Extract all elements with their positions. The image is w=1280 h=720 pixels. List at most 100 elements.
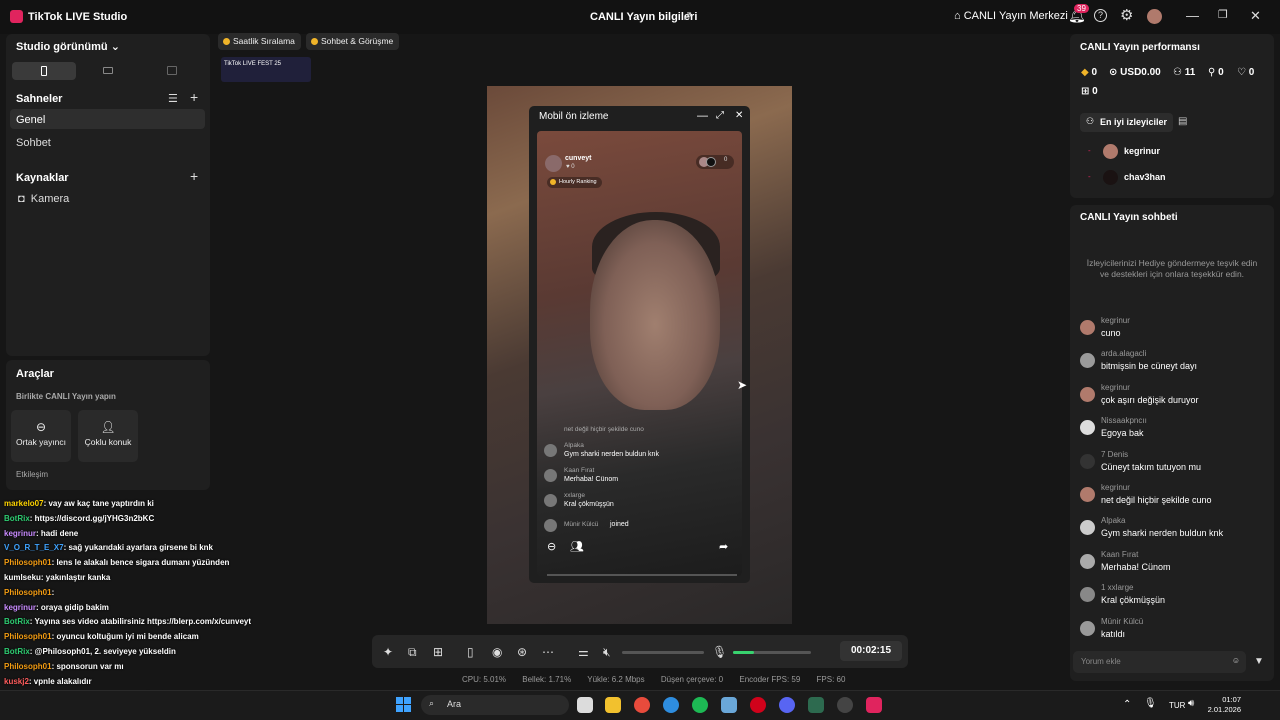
chat-message-author[interactable]: arda.alagacli [1101,349,1146,358]
coin-icon: ⊙ [1109,67,1118,78]
top-viewer-name[interactable]: kegrinur [1124,146,1160,156]
replay-icon[interactable]: ⊛ [517,645,527,659]
tiktok-icon[interactable] [866,697,882,713]
users-icon[interactable]: 👥︎ [570,540,584,553]
live-center-button[interactable]: ⌂ CANLI Yayın Merkezi [954,10,1068,22]
clock-time: 01:07 [1222,695,1241,704]
avatar [544,444,557,457]
add-media-icon[interactable]: ⊞ [433,645,443,659]
speaker-mute-icon[interactable]: 🔇︎ [603,645,611,660]
layout-dual-tab[interactable] [140,62,204,80]
chat-message-text: katıldı [1101,628,1126,639]
preview-chat-name: Kaan Fırat [564,467,595,474]
minimize-icon[interactable]: — [697,110,708,122]
minimize-icon[interactable]: — [1186,8,1199,23]
link-icon[interactable]: ⊖ [547,540,556,553]
viewer-count: 0 [724,157,728,163]
restore-icon[interactable]: ❐ [1218,8,1228,21]
co-host-button[interactable]: ⊖ Ortak yayıncı [11,410,71,462]
chat-message-author[interactable]: 7 Denis [1101,450,1128,459]
chat-message-author[interactable]: kegrinur [1101,483,1130,492]
expand-icon[interactable]: ⤢ [716,110,724,121]
top-viewer-name[interactable]: chav3han [1124,172,1166,182]
ranking-icon [550,179,556,185]
share-icon[interactable]: ↗ [682,8,693,24]
layout-landscape-tab[interactable] [76,62,140,80]
more-icon[interactable]: ⋯ [542,645,554,659]
top-viewers-tab[interactable]: ⚇ En iyi izleyiciler [1080,113,1174,132]
chat-message-text: Cüneyt takım tutuyon mu [1101,461,1202,472]
overlay-chat-line: kegrinur: hadi dene [4,529,78,538]
effects-icon[interactable]: ⧉ [408,645,417,660]
chat-message-text: Kral çökmüşşün [1101,595,1166,606]
settings-sliders-icon[interactable]: ⚌ [578,645,589,659]
app-icon[interactable] [808,697,824,713]
help-icon[interactable]: ? [1094,9,1107,22]
opera-icon[interactable] [750,697,766,713]
chevron-up-icon[interactable]: ⌃ [1123,699,1131,710]
emoji-icon[interactable]: ☺ [1232,656,1240,665]
clock[interactable]: 01:07 2.01.2026 [1203,695,1241,715]
tiktok-logo-icon [10,10,23,23]
chrome-icon[interactable] [634,697,650,713]
language-indicator[interactable]: TUR [1169,701,1185,710]
studio-view-dropdown[interactable]: Studio görünümü ⌄ [16,40,120,53]
close-icon[interactable]: ✕ [735,110,743,121]
chat-message-author[interactable]: kegrinur [1101,383,1130,392]
chat-message-author[interactable]: 1 xxlarge [1101,583,1133,592]
livefest-banner[interactable]: TikTok LIVE FEST 25 [221,57,311,82]
speaker-icon[interactable]: 🔊︎ [1188,698,1194,709]
tools-heading: Araçlar [16,368,54,380]
list-icon[interactable]: ☰ [168,92,178,105]
add-scene-icon[interactable]: + [190,89,198,105]
preview-chat-name: Münir Külcü [564,521,599,528]
live-timer: 00:02:15 [840,641,902,661]
hourly-label: Hourly Ranking [559,179,597,185]
spotify-icon[interactable] [692,697,708,713]
volume-slider[interactable] [622,651,704,654]
source-item-camera[interactable]: ◘ Kamera [18,193,69,205]
share-icon[interactable]: ➦ [719,540,728,553]
magic-wand-icon[interactable]: ✦ [383,645,393,659]
overlay-chat-text: : vay aw kaç tane yaptırdın ki [43,499,154,508]
steam-icon[interactable] [837,697,853,713]
gear-icon[interactable]: ⚙ [1120,6,1133,24]
search-label: Ara [447,699,462,709]
chat-message-author[interactable]: Nissaakpncıı [1101,416,1147,425]
chat-message-author[interactable]: Münir Külcü [1101,617,1143,626]
discord-icon[interactable] [779,697,795,713]
multi-guest-button[interactable]: 👤︎ Çoklu konuk [78,410,138,462]
add-source-icon[interactable]: + [190,168,198,184]
settings-icon[interactable] [721,697,737,713]
chat-message-author[interactable]: kegrinur [1101,316,1130,325]
chat-message-author[interactable]: Alpaka [1101,516,1125,525]
hourly-ranking-tag[interactable]: Saatlik Sıralama [218,33,301,50]
chat-message-text: çok aşırı değişik duruyor [1101,394,1199,405]
microphone-icon[interactable]: 🎙︎ [712,645,727,659]
scene-item-genel[interactable]: Genel [10,109,205,129]
layout-portrait-tab[interactable] [12,62,76,80]
microphone-icon[interactable]: 🎙︎ [1144,698,1157,709]
dropped-frames-stat: Düşen çerçeve: 0 [660,675,724,684]
avatar [1103,144,1118,159]
file-icon[interactable] [577,697,593,713]
hourly-ranking-badge: Hourly Ranking [547,177,602,188]
scene-item-sohbet[interactable]: Sohbet [16,137,51,149]
comment-input[interactable]: Yorum ekle ☺ [1073,651,1246,673]
chat-call-tag[interactable]: Sohbet & Görüşme [306,33,400,50]
avatar[interactable] [1147,9,1162,24]
overlay-chat-line: Philosoph01: lens le alakalı bence sigar… [4,558,229,567]
record-icon[interactable]: ◉ [492,645,502,659]
chat-message-author[interactable]: Kaan Fırat [1101,550,1138,559]
preview-chat-text: joined [610,521,629,528]
filter-icon[interactable]: ▼ [1254,656,1264,667]
edge-icon[interactable] [663,697,679,713]
avatar [1080,320,1095,335]
close-icon[interactable]: ✕ [1250,8,1261,24]
phone-icon[interactable]: ▯ [467,645,474,659]
taskbar-search[interactable]: ⌕ Ara [421,695,569,715]
list-icon[interactable]: ▤ [1178,116,1187,127]
folder-icon[interactable] [605,697,621,713]
overlay-chat-text: : Yayına ses video atabilirsiniz https:/… [29,617,252,627]
windows-start-icon[interactable] [396,697,412,713]
